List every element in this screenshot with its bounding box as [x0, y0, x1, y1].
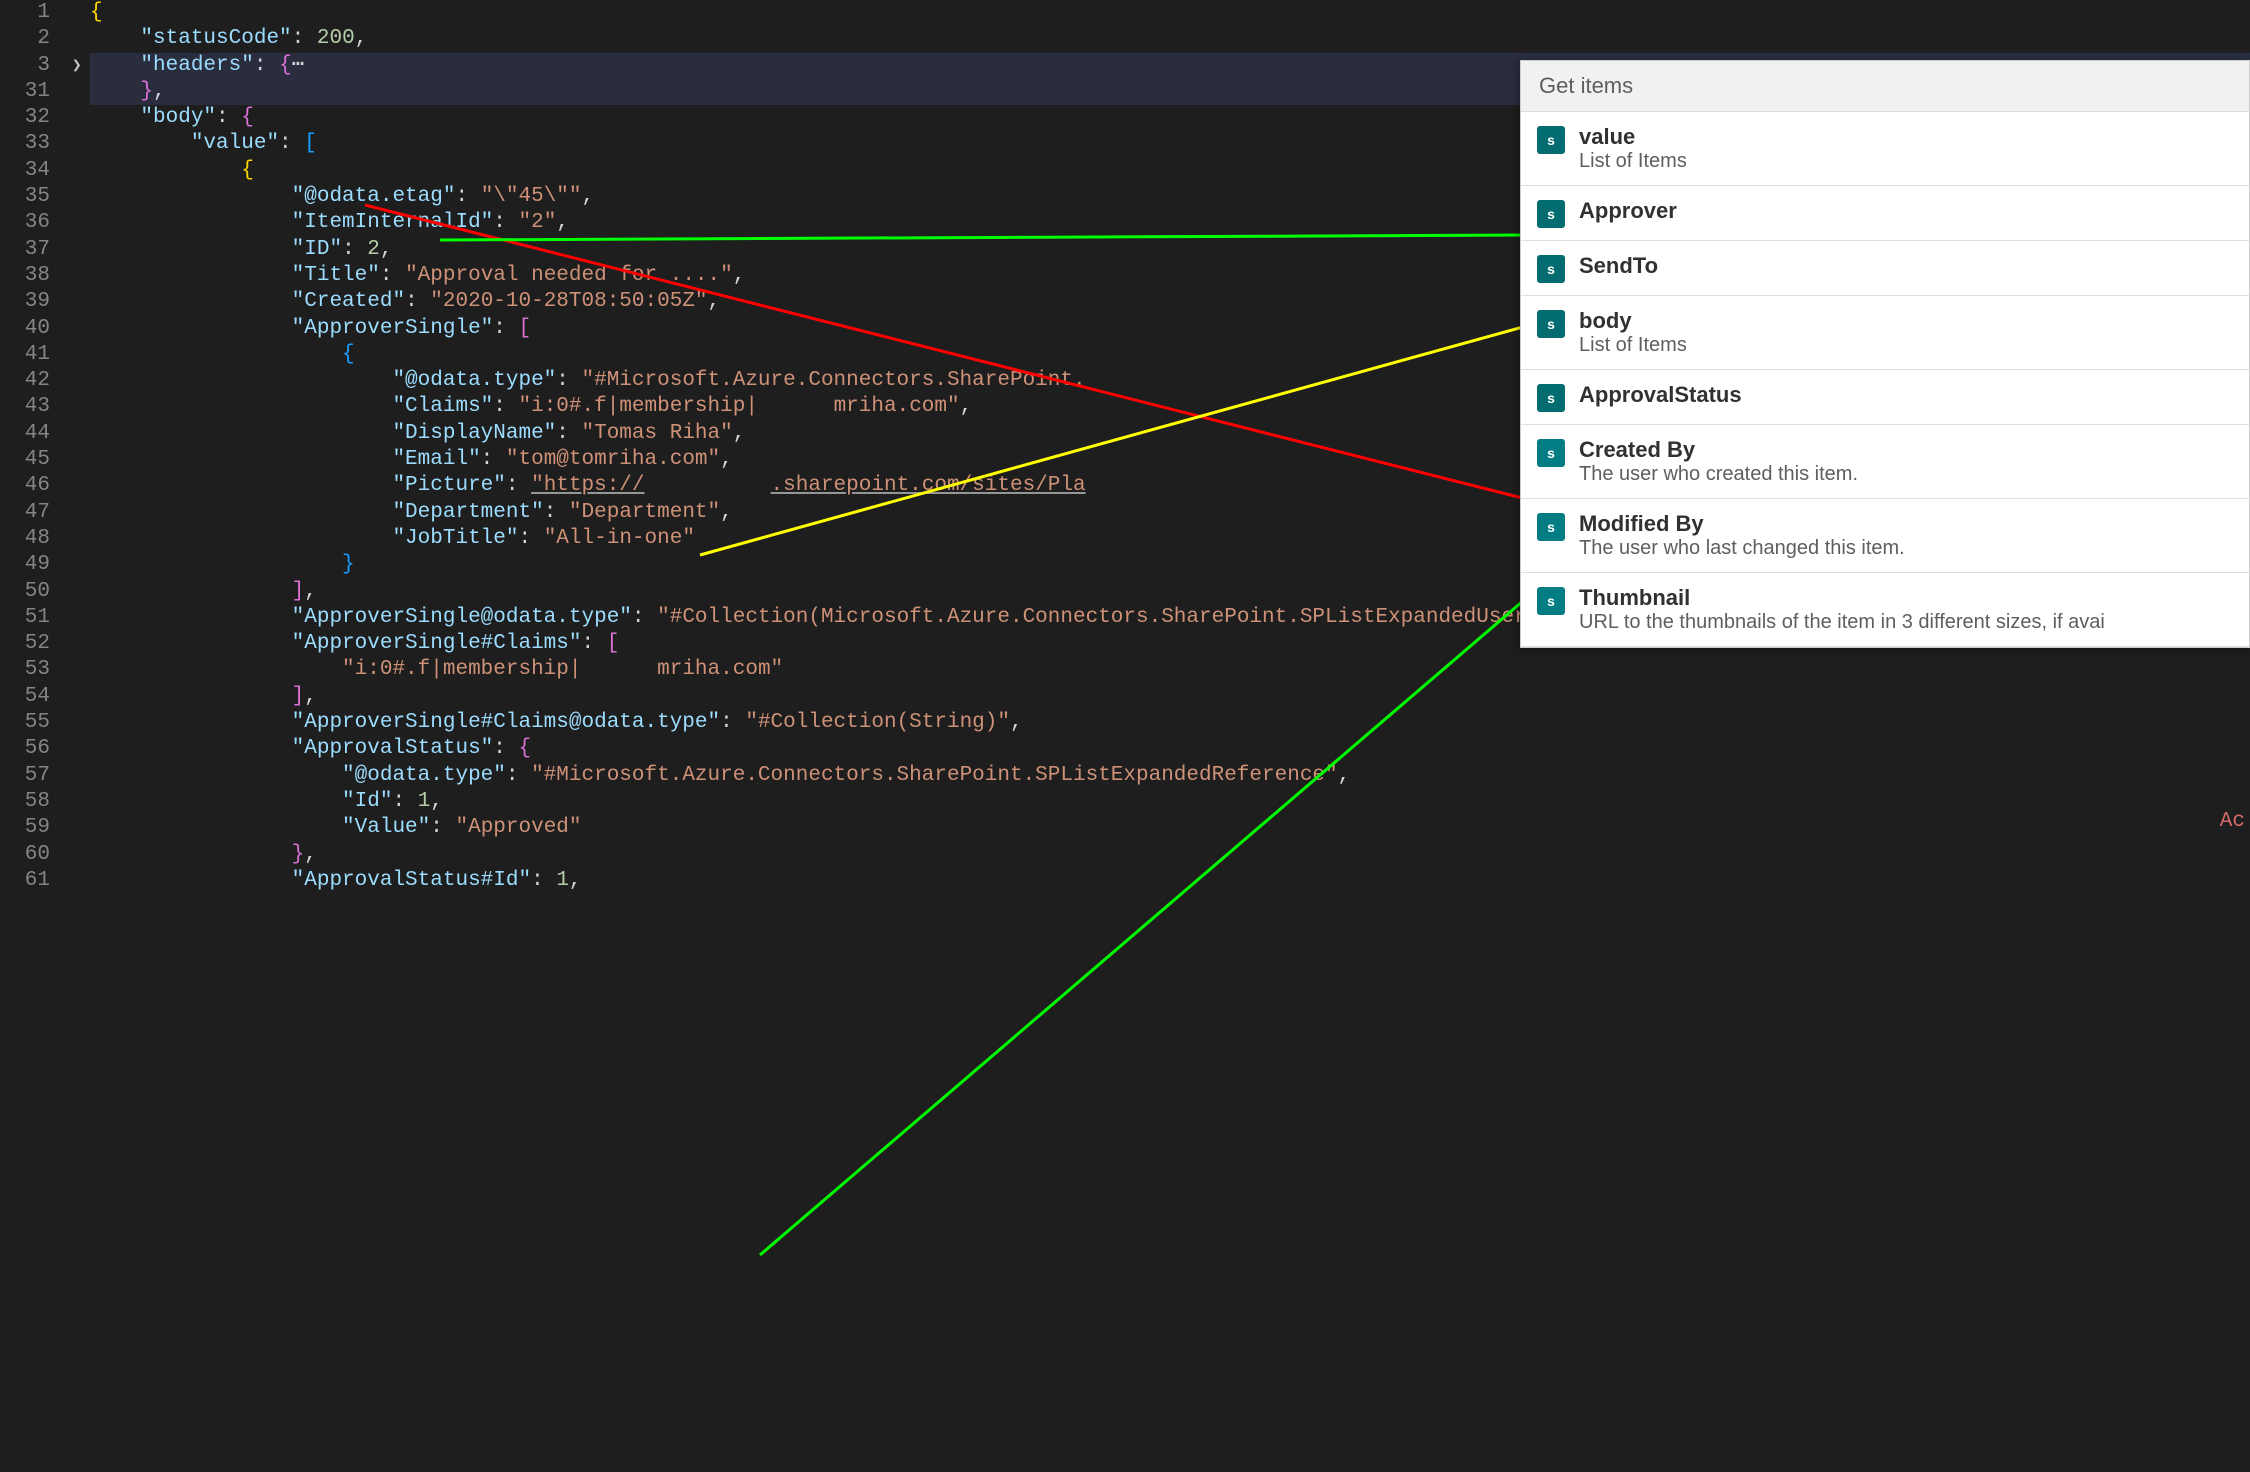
panel-item-modifiedby[interactable]: s Modified By The user who last changed …: [1521, 499, 2249, 573]
line-number: 39: [0, 289, 50, 315]
line-number: 41: [0, 342, 50, 368]
panel-header: Get items: [1521, 61, 2249, 112]
code-line[interactable]: "@odata.type": "#Microsoft.Azure.Connect…: [90, 763, 2250, 789]
sharepoint-icon: s: [1537, 310, 1565, 338]
line-number: 38: [0, 263, 50, 289]
line-number: 35: [0, 184, 50, 210]
dynamic-content-panel[interactable]: Get items s value List of Items s Approv…: [1520, 60, 2250, 648]
code-line[interactable]: "ApproverSingle#Claims@odata.type": "#Co…: [90, 710, 2250, 736]
line-number: 58: [0, 789, 50, 815]
panel-item-title: value: [1579, 124, 1687, 150]
line-number: 54: [0, 684, 50, 710]
line-number: 42: [0, 368, 50, 394]
line-number: 55: [0, 710, 50, 736]
sharepoint-icon: s: [1537, 439, 1565, 467]
sharepoint-icon: s: [1537, 587, 1565, 615]
line-number: 61: [0, 868, 50, 894]
panel-item-subtitle: List of Items: [1579, 334, 1687, 357]
panel-item-subtitle: List of Items: [1579, 150, 1687, 173]
line-number: 34: [0, 158, 50, 184]
panel-item-subtitle: URL to the thumbnails of the item in 3 d…: [1579, 611, 2105, 634]
code-line[interactable]: ],: [90, 684, 2250, 710]
panel-item-subtitle: The user who last changed this item.: [1579, 537, 1905, 560]
line-number: 44: [0, 421, 50, 447]
code-line[interactable]: "ApprovalStatus#Id": 1,: [90, 868, 2250, 894]
panel-item-title: ApprovalStatus: [1579, 382, 1742, 408]
line-number: 43: [0, 394, 50, 420]
sharepoint-icon: s: [1537, 126, 1565, 154]
panel-item-title: Thumbnail: [1579, 585, 2105, 611]
line-number: 40: [0, 316, 50, 342]
line-number: 56: [0, 736, 50, 762]
code-line[interactable]: "statusCode": 200,: [90, 26, 2250, 52]
line-number: 46: [0, 473, 50, 499]
line-number: 1: [0, 0, 50, 26]
panel-item-title: Modified By: [1579, 511, 1905, 537]
line-number: 3❯: [0, 53, 50, 79]
panel-item-subtitle: The user who created this item.: [1579, 463, 1858, 486]
panel-item-title: Approver: [1579, 198, 1677, 224]
line-number: 50: [0, 579, 50, 605]
line-number-gutter: 1 2 3❯ 31 32 33 34 35 36 37 38 39 40 41 …: [0, 0, 70, 1472]
chevron-right-icon[interactable]: ❯: [72, 53, 82, 79]
panel-item-sendto[interactable]: s SendTo: [1521, 241, 2249, 296]
panel-item-thumbnail[interactable]: s Thumbnail URL to the thumbnails of the…: [1521, 573, 2249, 647]
line-number: 52: [0, 631, 50, 657]
panel-item-value[interactable]: s value List of Items: [1521, 112, 2249, 186]
panel-item-createdby[interactable]: s Created By The user who created this i…: [1521, 425, 2249, 499]
line-number: 37: [0, 237, 50, 263]
line-number: 59: [0, 815, 50, 841]
sharepoint-icon: s: [1537, 513, 1565, 541]
code-line[interactable]: "ApprovalStatus": {: [90, 736, 2250, 762]
line-number: 53: [0, 657, 50, 683]
panel-item-approvalstatus[interactable]: s ApprovalStatus: [1521, 370, 2249, 425]
line-number: 51: [0, 605, 50, 631]
line-number: 2: [0, 26, 50, 52]
truncated-text: Ac: [2220, 810, 2245, 833]
code-line[interactable]: {: [90, 0, 2250, 26]
line-number: 36: [0, 210, 50, 236]
panel-item-title: SendTo: [1579, 253, 1658, 279]
sharepoint-icon: s: [1537, 255, 1565, 283]
panel-item-title: Created By: [1579, 437, 1858, 463]
panel-item-title: body: [1579, 308, 1687, 334]
line-number: 31: [0, 79, 50, 105]
line-number: 60: [0, 842, 50, 868]
line-number: 33: [0, 131, 50, 157]
line-number: 47: [0, 500, 50, 526]
code-line[interactable]: "Value": "Approved": [90, 815, 2250, 841]
line-number: 57: [0, 763, 50, 789]
sharepoint-icon: s: [1537, 200, 1565, 228]
panel-item-body[interactable]: s body List of Items: [1521, 296, 2249, 370]
line-number: 49: [0, 552, 50, 578]
line-number: 48: [0, 526, 50, 552]
code-line[interactable]: },: [90, 842, 2250, 868]
code-line[interactable]: "Id": 1,: [90, 789, 2250, 815]
code-line[interactable]: "i:0#.f|membership| mriha.com": [90, 657, 2250, 683]
panel-item-approver[interactable]: s Approver: [1521, 186, 2249, 241]
line-number: 32: [0, 105, 50, 131]
line-number: 45: [0, 447, 50, 473]
sharepoint-icon: s: [1537, 384, 1565, 412]
